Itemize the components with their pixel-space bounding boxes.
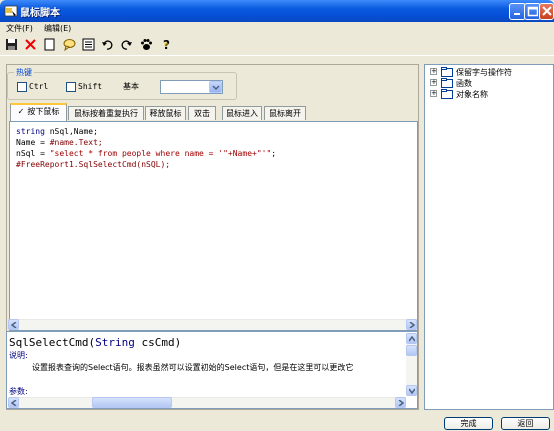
editor-horizontal-scrollbar[interactable]	[10, 319, 417, 330]
reference-tree	[424, 64, 554, 410]
description-label: 说明:	[9, 351, 28, 360]
key-select[interactable]	[160, 80, 223, 94]
ctrl-checkbox[interactable]	[17, 82, 27, 92]
back-button[interactable]: 返回	[501, 417, 550, 430]
base-label: 基本	[123, 82, 139, 91]
chevron-down-icon	[212, 85, 220, 91]
save-icon[interactable]	[5, 38, 18, 51]
expand-icon[interactable]: +	[430, 90, 437, 97]
expand-icon[interactable]: +	[430, 68, 437, 75]
folder-icon	[441, 89, 453, 99]
arrow-right-icon	[409, 322, 415, 328]
menu-bar: 文件(F) 编辑(E)	[0, 22, 554, 35]
paw-icon[interactable]	[140, 38, 153, 51]
ctrl-label: Ctrl	[29, 82, 49, 91]
expand-icon[interactable]: +	[430, 79, 437, 86]
menu-edit[interactable]: 编辑(E)	[44, 23, 71, 34]
delete-icon[interactable]	[24, 38, 37, 51]
tab-mouse-hold-repeat[interactable]: 鼠标按着重复执行	[68, 106, 144, 120]
function-signature: SqlSelectCmd(String csCmd)	[9, 336, 182, 349]
check-icon: ✓	[17, 107, 25, 116]
title-bar[interactable]: 鼠标脚本	[0, 0, 554, 22]
shift-label: Shift	[78, 82, 103, 91]
help-scroll-thumb[interactable]	[406, 345, 417, 356]
shift-checkbox[interactable]	[66, 82, 76, 92]
redo-icon[interactable]	[120, 38, 133, 51]
arrow-up-icon	[409, 336, 415, 342]
arrow-left-icon	[11, 400, 17, 406]
arrow-right-icon	[398, 400, 404, 406]
tab-double-click[interactable]: 双击	[188, 106, 216, 120]
hotkey-legend: 热键	[14, 67, 34, 78]
tab-mouse-up[interactable]: 释放鼠标	[145, 106, 186, 120]
tab-mouse-down[interactable]: ✓ 按下鼠标	[10, 103, 67, 121]
key-select-dropdown[interactable]	[209, 81, 222, 93]
comment-icon[interactable]	[63, 38, 76, 51]
close-button[interactable]	[539, 3, 554, 20]
tab-mouse-leave[interactable]: 鼠标离开	[264, 106, 306, 120]
editor-scroll-right[interactable]	[406, 319, 417, 330]
help-scroll-up[interactable]	[406, 333, 417, 344]
app-icon	[4, 5, 18, 17]
list-icon[interactable]	[82, 38, 95, 51]
arrow-down-icon	[409, 388, 415, 394]
help-scroll-right[interactable]	[395, 397, 406, 408]
parameters-label: 参数:	[9, 387, 28, 396]
help-scroll-down[interactable]	[406, 385, 417, 396]
help-hscroll-thumb[interactable]	[92, 397, 172, 408]
ok-button[interactable]: 完成	[444, 417, 493, 430]
editor-scroll-left[interactable]	[8, 319, 19, 330]
help-scroll-left[interactable]	[8, 397, 19, 408]
close-icon	[542, 6, 552, 16]
maximize-icon	[527, 6, 538, 17]
window-title: 鼠标脚本	[20, 8, 60, 19]
arrow-left-icon	[11, 322, 17, 328]
tab-mouse-enter[interactable]: 鼠标进入	[222, 106, 262, 120]
folder-open-icon	[441, 67, 453, 77]
minimize-icon	[514, 13, 520, 15]
help-horizontal-scrollbar[interactable]	[10, 397, 406, 408]
new-icon[interactable]	[43, 38, 56, 51]
code-text[interactable]: string nSql,Name; Name = #name.Text; nSql …	[16, 126, 276, 170]
toolbar: ?	[0, 35, 554, 56]
menu-file[interactable]: 文件(F)	[6, 23, 33, 34]
help-icon[interactable]: ?	[160, 38, 173, 51]
function-description: 设置报表查询的Select语句。报表虽然可以设置初始的Select语句，但是在这…	[32, 363, 354, 372]
folder-icon	[441, 78, 453, 88]
undo-icon[interactable]	[101, 38, 114, 51]
